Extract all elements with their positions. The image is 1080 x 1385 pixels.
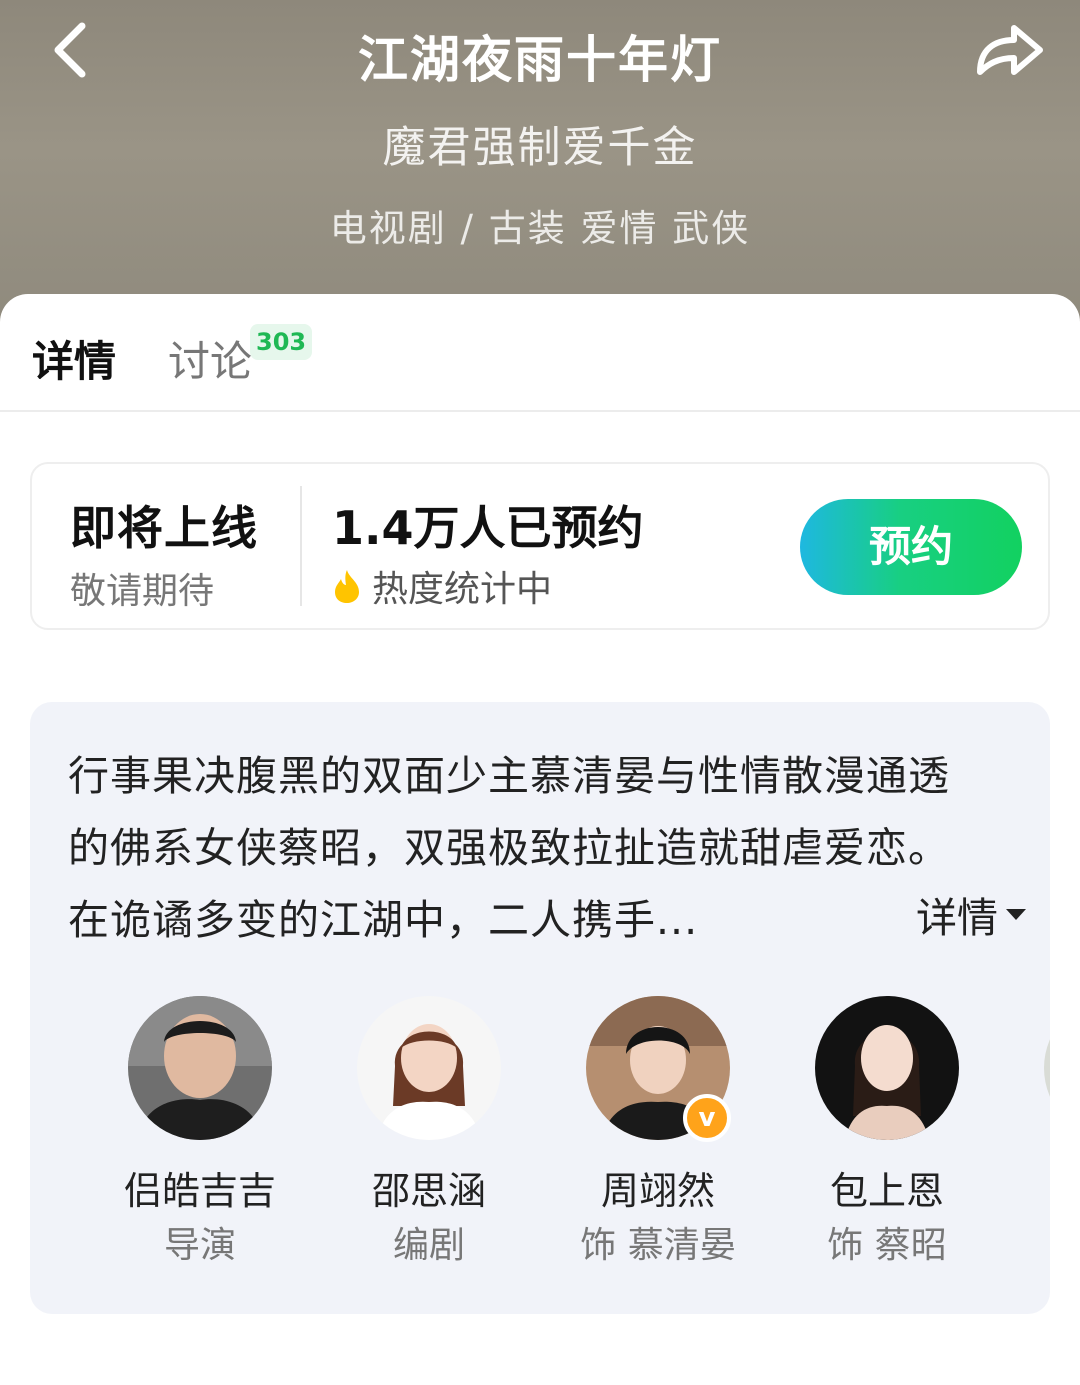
release-status: 即将上线 [70,501,258,555]
cast-item[interactable]: 侣皓吉吉 导演 [85,996,315,1276]
tab-bar: 详情 讨论 303 [0,294,1080,412]
tab-details[interactable]: 详情 [32,328,116,389]
reserve-button[interactable]: 预约 [800,499,1022,595]
cast-role: 饰 慕清晏 [580,1225,736,1266]
cast-item[interactable]: 邵思涵 编剧 [314,996,544,1276]
heat-label: 热度统计中 [372,569,553,610]
tab-discussion[interactable]: 讨论 [168,328,252,389]
discussion-count-badge: 303 [250,324,313,360]
release-status-sub: 敬请期待 [70,571,215,612]
release-status-card: 即将上线 敬请期待 1.4万人已预约 热度统计中 预约 [30,462,1050,630]
cast-role: 演 [1001,1216,1050,1268]
cast-name: 邵思涵 [371,1169,486,1213]
cast-name: 周翊然 [600,1169,715,1213]
cast-item[interactable]: 余 演 [1001,996,1050,1276]
cast-role: 饰 蔡昭 [827,1225,947,1266]
expand-details-label: 详情 [916,894,998,942]
cast-name: 余 [1001,1160,1050,1215]
flame-icon [335,570,359,603]
synopsis-text: 行事果决腹黑的双面少主慕清晏与性情散漫通透的佛系女侠蔡昭，双强极致拉扯造就甜虐爱… [68,752,950,944]
genre-tags: 电视剧 / 古装 爱情 武侠 [329,207,751,250]
share-icon [977,25,1043,75]
header: 江湖夜雨十年灯 魔君强制爱千金 电视剧 / 古装 爱情 武侠 [0,0,1080,330]
avatar [815,996,959,1140]
caret-down-icon [1006,909,1026,920]
content-panel: 详情 讨论 303 即将上线 敬请期待 1.4万人已预约 热度统计中 预约 行事… [0,294,1080,1385]
cast-item[interactable]: v 周翊然 饰 慕清晏 [543,996,773,1276]
verified-badge-icon: v [683,1094,731,1142]
avatar [1044,996,1050,1140]
cast-list[interactable]: 侣皓吉吉 导演 邵思涵 编剧 v 周翊然 饰 慕清晏 包上恩 饰 蔡昭 [30,996,1050,1286]
reservation-count: 1.4万人已预约 [332,501,644,555]
cast-role: 编剧 [392,1225,465,1266]
cast-item[interactable]: 包上恩 饰 蔡昭 [772,996,1002,1276]
cast-name: 侣皓吉吉 [123,1169,276,1213]
cast-role: 导演 [163,1225,236,1266]
divider [300,486,302,606]
expand-details-button[interactable]: 详情 [896,884,1028,944]
avatar [128,996,272,1140]
cast-name: 包上恩 [829,1169,944,1213]
heat-status: 热度统计中 [332,560,552,612]
info-box: 行事果决腹黑的双面少主慕清晏与性情散漫通透的佛系女侠蔡昭，双强极致拉扯造就甜虐爱… [30,702,1050,1314]
subtitle: 魔君强制爱千金 [382,123,698,173]
page-title: 江湖夜雨十年灯 [358,31,722,89]
avatar [357,996,501,1140]
share-button[interactable] [970,14,1050,86]
